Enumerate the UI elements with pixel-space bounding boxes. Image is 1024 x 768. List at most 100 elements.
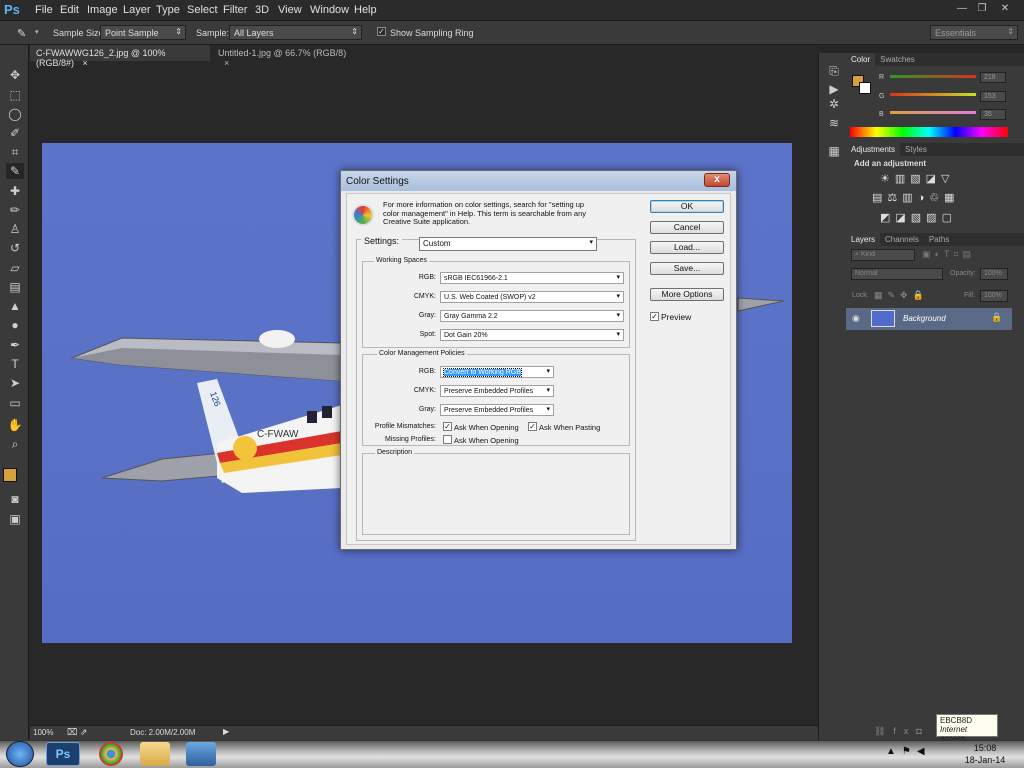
- menu-select[interactable]: Select: [187, 4, 218, 16]
- layer-bottom-icons[interactable]: ⛓fx◘: [874, 726, 930, 737]
- menu-view[interactable]: View: [278, 4, 302, 16]
- ask-pasting-checkbox[interactable]: ✓: [528, 422, 537, 431]
- b-slider[interactable]: [890, 111, 976, 114]
- screen-mode-icon[interactable]: ▣: [6, 511, 24, 527]
- foreground-color-swatch[interactable]: [3, 468, 17, 482]
- g-value[interactable]: 153: [980, 91, 1006, 102]
- menu-image[interactable]: Image: [87, 4, 118, 16]
- clock-date[interactable]: 18-Jan-14: [962, 755, 1008, 765]
- close-window-button[interactable]: ✕: [998, 2, 1012, 16]
- tab-channels[interactable]: Channels: [880, 233, 924, 246]
- tool-preset-chevron-icon[interactable]: ▾: [35, 28, 39, 36]
- taskbar-explorer-icon[interactable]: [140, 742, 170, 766]
- status-arrow-icon[interactable]: ▶: [223, 727, 229, 736]
- color-spectrum[interactable]: [850, 127, 1008, 137]
- more-options-button[interactable]: More Options: [650, 288, 724, 301]
- eyedropper-tool-icon[interactable]: ✎: [6, 163, 24, 179]
- show-ring-checkbox[interactable]: ✓: [377, 27, 386, 36]
- ws-rgb-select[interactable]: sRGB IEC61966-2.1 ▾: [440, 272, 624, 284]
- opacity-input[interactable]: 100%: [980, 268, 1008, 280]
- doc-tab-untitled[interactable]: Untitled-1.jpg @ 66.7% (RGB/8) ×: [212, 45, 362, 68]
- history-brush-tool-icon[interactable]: ↺: [6, 240, 24, 256]
- visibility-eye-icon[interactable]: ◉: [852, 313, 860, 324]
- brush-presets-icon[interactable]: ✲: [825, 96, 843, 112]
- ok-button[interactable]: OK: [650, 200, 724, 213]
- menu-help[interactable]: Help: [354, 4, 377, 16]
- ask-opening-checkbox[interactable]: ✓: [443, 422, 452, 431]
- stamp-tool-icon[interactable]: ♙: [6, 221, 24, 237]
- quick-mask-icon[interactable]: ◙: [6, 491, 24, 507]
- blur-tool-icon[interactable]: ▲: [6, 298, 24, 314]
- close-tab-icon[interactable]: ×: [224, 58, 229, 68]
- crop-tool-icon[interactable]: ⌗: [6, 144, 24, 160]
- lasso-tool-icon[interactable]: ◯: [6, 106, 24, 122]
- status-icons[interactable]: ⌧ ⇗: [67, 727, 87, 738]
- clock-time[interactable]: 15:08: [968, 743, 1002, 753]
- adjustment-icons-row1[interactable]: ☀▥▧◪▽: [880, 172, 955, 185]
- doc-tab-active[interactable]: C-FWAWWG126_2.jpg @ 100% (RGB/8#) ×: [30, 45, 210, 68]
- hand-tool-icon[interactable]: ✋: [6, 417, 24, 433]
- menu-file[interactable]: File: [35, 4, 53, 16]
- settings-select[interactable]: Custom ▾: [419, 237, 597, 251]
- save-button[interactable]: Save...: [650, 262, 724, 275]
- taskbar-photoshop-icon[interactable]: Ps: [46, 742, 80, 766]
- policy-rgb-select[interactable]: Convert to Working RGB ▾: [440, 366, 554, 378]
- b-value[interactable]: 35: [980, 109, 1006, 120]
- actions-icon[interactable]: ▶: [825, 81, 843, 97]
- missing-ask-opening-checkbox[interactable]: [443, 435, 452, 444]
- menu-window[interactable]: Window: [310, 4, 349, 16]
- history-icon[interactable]: ⎘: [825, 63, 843, 79]
- menu-filter[interactable]: Filter: [223, 4, 247, 16]
- policy-cmyk-select[interactable]: Preserve Embedded Profiles ▾: [440, 385, 554, 397]
- tab-swatches[interactable]: Swatches: [875, 53, 920, 66]
- tab-paths[interactable]: Paths: [924, 233, 954, 246]
- start-button[interactable]: [6, 741, 34, 767]
- policy-gray-select[interactable]: Preserve Embedded Profiles ▾: [440, 404, 554, 416]
- load-button[interactable]: Load...: [650, 241, 724, 254]
- sample-size-select[interactable]: Point Sample ⇕: [100, 25, 186, 40]
- brush-tool-icon[interactable]: ✏: [6, 202, 24, 218]
- cancel-button[interactable]: Cancel: [650, 221, 724, 234]
- minimize-button[interactable]: —: [955, 2, 969, 16]
- menu-layer[interactable]: Layer: [123, 4, 151, 16]
- lock-icons[interactable]: ▦✎✥🔒: [874, 290, 929, 301]
- r-value[interactable]: 218: [980, 72, 1006, 83]
- g-slider[interactable]: [890, 93, 976, 96]
- taskbar-photo-viewer-icon[interactable]: [186, 742, 216, 766]
- eyedropper-icon[interactable]: ✎: [17, 27, 26, 40]
- sample-select[interactable]: All Layers ⇕: [229, 25, 362, 40]
- adjustment-icons-row3[interactable]: ◩◪▧▨▢: [880, 211, 957, 224]
- close-tab-icon[interactable]: ×: [83, 58, 88, 68]
- layer-row-background[interactable]: ◉ Background 🔒: [846, 308, 1012, 330]
- type-tool-icon[interactable]: T: [6, 356, 24, 372]
- clone-source-icon[interactable]: ≋: [825, 115, 843, 131]
- restore-button[interactable]: ❐: [975, 2, 989, 16]
- menu-3d[interactable]: 3D: [255, 4, 269, 16]
- tab-layers[interactable]: Layers: [846, 233, 881, 246]
- eraser-tool-icon[interactable]: ▱: [6, 260, 24, 276]
- workspace-select[interactable]: Essentials ⇕: [930, 25, 1018, 40]
- r-slider[interactable]: [890, 75, 976, 78]
- gradient-tool-icon[interactable]: ▤: [6, 279, 24, 295]
- dialog-close-button[interactable]: x: [704, 173, 730, 187]
- pen-tool-icon[interactable]: ✒: [6, 337, 24, 353]
- blend-mode-select[interactable]: Normal: [851, 268, 943, 280]
- taskbar-chrome-icon[interactable]: [99, 742, 123, 766]
- ws-cmyk-select[interactable]: U.S. Web Coated (SWOP) v2 ▾: [440, 291, 624, 303]
- move-tool-icon[interactable]: ✥: [6, 67, 24, 83]
- marquee-tool-icon[interactable]: ⬚: [6, 87, 24, 103]
- path-select-tool-icon[interactable]: ➤: [6, 375, 24, 391]
- menu-edit[interactable]: Edit: [60, 4, 79, 16]
- properties-icon[interactable]: ▦: [825, 143, 843, 159]
- layer-kind-filter[interactable]: ⌕ Kind: [851, 249, 915, 261]
- zoom-level[interactable]: 100%: [33, 728, 53, 737]
- tray-icons[interactable]: ▲⚑◀: [886, 746, 931, 757]
- menu-type[interactable]: Type: [156, 4, 180, 16]
- color-bg-swatch[interactable]: [859, 82, 871, 94]
- quick-select-tool-icon[interactable]: ✐: [6, 125, 24, 141]
- preview-checkbox[interactable]: ✓: [650, 312, 659, 321]
- fill-input[interactable]: 100%: [980, 290, 1008, 302]
- adjustment-icons-row2[interactable]: ▤⚖▥◑♲▦: [872, 191, 960, 204]
- shape-tool-icon[interactable]: ▭: [6, 395, 24, 411]
- tab-styles[interactable]: Styles: [900, 143, 932, 156]
